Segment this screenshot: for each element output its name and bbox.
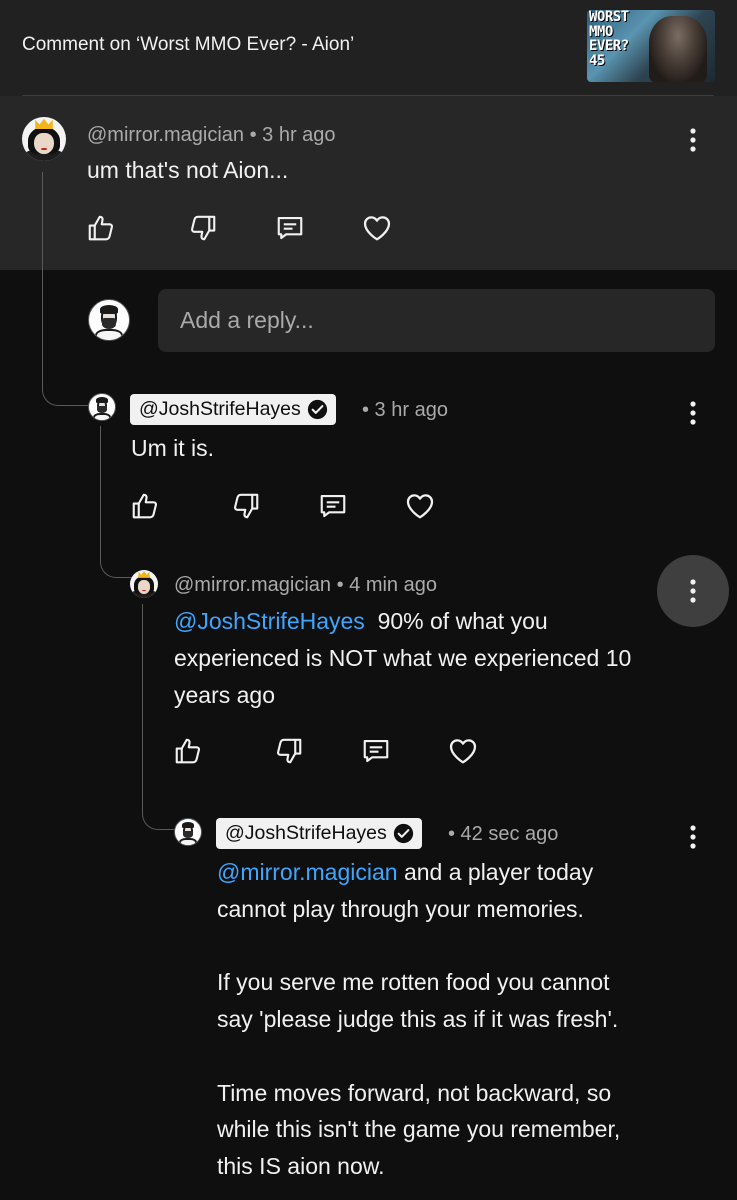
- more-vert-icon[interactable]: [684, 125, 702, 155]
- comment-time: • 3 hr ago: [249, 124, 336, 146]
- thumbs-down-icon[interactable]: [272, 734, 306, 768]
- thread-line: [42, 172, 94, 406]
- heart-icon[interactable]: [360, 211, 394, 245]
- avatar[interactable]: [22, 117, 66, 161]
- comment-text: Um it is.: [131, 435, 215, 461]
- comment-author: @JoshStrifeHayes: [225, 822, 387, 844]
- comment-text: um that's not Aion...: [87, 157, 289, 183]
- thumbnail-caption: WORST MMO EVER? 45: [589, 10, 629, 69]
- comment-meta: @mirror.magician • 4 min ago: [174, 574, 437, 597]
- comment-text: Time moves forward, not backward, so: [217, 1080, 612, 1106]
- verified-check-icon: [307, 399, 327, 420]
- avatar[interactable]: [174, 818, 202, 846]
- comment-text: cannot play through your memories.: [217, 896, 584, 922]
- thumbs-up-icon[interactable]: [84, 211, 118, 245]
- more-vert-icon[interactable]: [684, 822, 702, 852]
- comment-text: this IS aion now.: [217, 1153, 385, 1179]
- comment-time: • 4 min ago: [336, 574, 437, 596]
- avatar: [88, 299, 130, 341]
- comment-text: while this isn't the game you remember,: [217, 1116, 621, 1142]
- avatar[interactable]: [130, 570, 158, 598]
- author-chip[interactable]: @JoshStrifeHayes: [216, 818, 422, 849]
- mention-link[interactable]: @mirror.magician: [217, 859, 398, 885]
- comment-text: @mirror.magician and a player today: [217, 859, 594, 885]
- video-thumbnail[interactable]: WORST MMO EVER? 45: [587, 10, 715, 82]
- reply-input[interactable]: Add a reply...: [158, 289, 715, 352]
- more-vert-icon[interactable]: [684, 398, 702, 428]
- mention-link[interactable]: @JoshStrifeHayes: [174, 608, 365, 634]
- avatar[interactable]: [88, 393, 116, 421]
- comment-time: • 42 sec ago: [448, 823, 559, 845]
- comment-author[interactable]: @mirror.magician: [174, 574, 331, 596]
- thumbnail-figure: [649, 16, 707, 82]
- comment-text: @JoshStrifeHayes 90% of what you: [174, 608, 548, 634]
- thumbs-up-icon[interactable]: [128, 489, 162, 523]
- thumbs-down-icon[interactable]: [186, 211, 220, 245]
- heart-icon[interactable]: [446, 734, 480, 768]
- reply-comment-icon[interactable]: [359, 734, 393, 768]
- reply-comment-icon[interactable]: [273, 211, 307, 245]
- heart-icon[interactable]: [403, 489, 437, 523]
- comment-author: @JoshStrifeHayes: [139, 398, 301, 420]
- page-title: Comment on ‘Worst MMO Ever? - Aion’: [22, 34, 355, 55]
- comment-author[interactable]: @mirror.magician: [87, 124, 244, 146]
- comment-meta: @mirror.magician • 3 hr ago: [87, 124, 336, 147]
- thumbs-up-icon[interactable]: [171, 734, 205, 768]
- more-vert-icon[interactable]: [657, 555, 729, 627]
- comment-text: years ago: [174, 682, 276, 708]
- comment-text: experienced is NOT what we experienced 1…: [174, 645, 632, 671]
- author-chip[interactable]: @JoshStrifeHayes: [130, 394, 336, 425]
- thumbs-down-icon[interactable]: [229, 489, 263, 523]
- comment-time: • 3 hr ago: [362, 399, 448, 421]
- thread-line: [142, 604, 178, 830]
- comment-text: If you serve me rotten food you cannot: [217, 969, 610, 995]
- verified-check-icon: [393, 823, 413, 844]
- reply-comment-icon[interactable]: [316, 489, 350, 523]
- comment-text: say 'please judge this as if it was fres…: [217, 1006, 619, 1032]
